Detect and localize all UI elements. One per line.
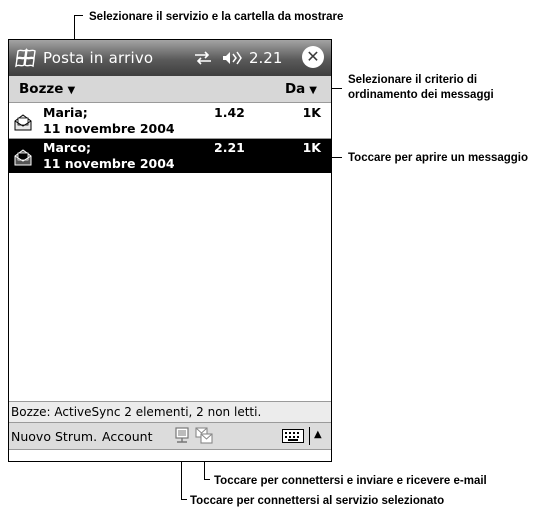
- title-bar: Posta in arrivo 2.21 ✕: [9, 40, 331, 76]
- callout-sort-line2: ordinamento dei messaggi: [348, 89, 494, 101]
- message-sender: Maria;: [43, 105, 88, 120]
- message-sender: Marco;: [43, 140, 92, 155]
- envelope-read-icon: [14, 149, 32, 166]
- send-receive-icon[interactable]: [195, 427, 213, 445]
- menu-strum[interactable]: Strum.: [55, 429, 97, 444]
- chevron-down-icon: ▼: [309, 85, 317, 96]
- folder-selector[interactable]: Bozze ▼: [19, 81, 75, 97]
- menu-bar: Nuovo Strum. Account ▲: [9, 422, 331, 449]
- list-item-selected[interactable]: Marco; 11 novembre 2004 2.21 1K: [9, 139, 331, 173]
- close-icon[interactable]: ✕: [302, 46, 324, 68]
- app-title: Posta in arrivo: [43, 49, 154, 67]
- status-bar: Bozze: ActiveSync 2 elementi, 2 non lett…: [9, 401, 331, 422]
- callout-folder-select: Selezionare il servizio e la cartella da…: [89, 11, 344, 23]
- message-time: 2.21: [214, 140, 245, 155]
- list-item[interactable]: Maria; 11 novembre 2004 1.42 1K: [9, 104, 331, 138]
- keyboard-divider: [309, 427, 310, 445]
- sip-arrow-icon[interactable]: ▲: [314, 429, 322, 440]
- sort-selector[interactable]: Da ▼: [285, 81, 317, 97]
- message-date: 11 novembre 2004: [43, 156, 175, 171]
- connectivity-arrows-icon[interactable]: [193, 49, 213, 67]
- pocket-pc-screen: Posta in arrivo 2.21 ✕ Bozze ▼ Da ▼ Maria;…: [8, 39, 332, 462]
- callout-line-folder-tick: [74, 15, 83, 16]
- speaker-icon[interactable]: [221, 49, 243, 67]
- callout-open-message: Toccare per aprire un messaggio: [348, 152, 529, 164]
- menu-nuovo[interactable]: Nuovo: [11, 429, 51, 444]
- message-size: 1K: [302, 140, 321, 155]
- callout-send-receive: Toccare per connettersi e inviare e rice…: [214, 475, 487, 487]
- sort-label: Da: [284, 81, 306, 97]
- callout-sort-line1: Selezionare il criterio di: [348, 74, 478, 86]
- callout-line-connect-tick: [181, 499, 187, 500]
- connect-icon[interactable]: [173, 427, 191, 445]
- message-time: 1.42: [214, 105, 245, 120]
- windows-flag-icon[interactable]: [14, 47, 40, 69]
- bottom-strip: [9, 449, 331, 461]
- menu-account[interactable]: Account: [102, 429, 152, 444]
- callout-connect-service: Toccare per connettersi al servizio sele…: [190, 495, 445, 507]
- callout-line-send-receive-tick: [204, 479, 210, 480]
- chevron-down-icon: ▼: [67, 85, 76, 96]
- folder-label: Bozze: [19, 81, 64, 97]
- message-date: 11 novembre 2004: [43, 121, 175, 136]
- envelope-read-icon: [14, 114, 32, 131]
- message-size: 1K: [302, 105, 321, 120]
- clock[interactable]: 2.21: [249, 49, 282, 67]
- keyboard-icon[interactable]: [282, 429, 304, 443]
- folder-bar: Bozze ▼ Da ▼: [9, 76, 331, 103]
